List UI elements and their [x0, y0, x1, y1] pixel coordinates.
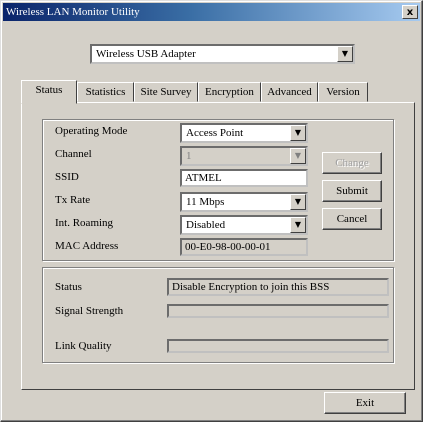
chevron-down-icon[interactable]: ▼ [290, 217, 306, 233]
chevron-down-icon[interactable]: ▼ [337, 46, 353, 62]
cancel-button[interactable]: Cancel [322, 208, 382, 230]
channel-select: 1 ▼ [180, 146, 308, 166]
window-title: Wireless LAN Monitor Utility [6, 6, 140, 18]
mac-address-label: MAC Address [55, 240, 119, 252]
chevron-down-icon: ▼ [290, 148, 306, 164]
tab-encryption[interactable]: Encryption [198, 82, 261, 102]
tab-status[interactable]: Status [21, 80, 77, 104]
main-window: Wireless LAN Monitor Utility x Wireless … [0, 0, 423, 422]
tab-statistics[interactable]: Statistics [77, 82, 134, 102]
change-button: Change [322, 152, 382, 174]
status-tab-panel: Operating Mode Access Point ▼ Channel 1 … [21, 102, 415, 390]
adapter-select[interactable]: Wireless USB Adapter ▼ [90, 44, 355, 64]
ssid-input[interactable]: ATMEL [180, 169, 308, 187]
tab-version[interactable]: Version [318, 82, 368, 102]
submit-button[interactable]: Submit [322, 180, 382, 202]
tab-advanced[interactable]: Advanced [261, 82, 318, 102]
signal-strength-label: Signal Strength [55, 305, 124, 317]
chevron-down-icon[interactable]: ▼ [290, 194, 306, 210]
int-roaming-select[interactable]: Disabled ▼ [180, 215, 308, 235]
status-label: Status [55, 281, 82, 293]
close-button[interactable]: x [402, 5, 418, 19]
tx-rate-label: Tx Rate [55, 194, 91, 206]
int-roaming-label: Int. Roaming [55, 217, 114, 229]
adapter-select-value: Wireless USB Adapter [96, 48, 196, 60]
chevron-down-icon[interactable]: ▼ [290, 125, 306, 141]
channel-label: Channel [55, 148, 92, 160]
tab-site-survey[interactable]: Site Survey [134, 82, 198, 102]
link-quality-label: Link Quality [55, 340, 112, 352]
mac-address-value: 00-E0-98-00-00-01 [180, 238, 308, 256]
status-value: Disable Encryption to join this BSS [167, 278, 389, 296]
exit-button[interactable]: Exit [324, 392, 406, 414]
title-bar: Wireless LAN Monitor Utility x [3, 3, 420, 21]
operating-mode-label: Operating Mode [55, 125, 128, 137]
operating-mode-select[interactable]: Access Point ▼ [180, 123, 308, 143]
ssid-label: SSID [55, 171, 79, 183]
link-quality-bar [167, 339, 389, 353]
tx-rate-select[interactable]: 11 Mbps ▼ [180, 192, 308, 212]
signal-strength-bar [167, 304, 389, 318]
